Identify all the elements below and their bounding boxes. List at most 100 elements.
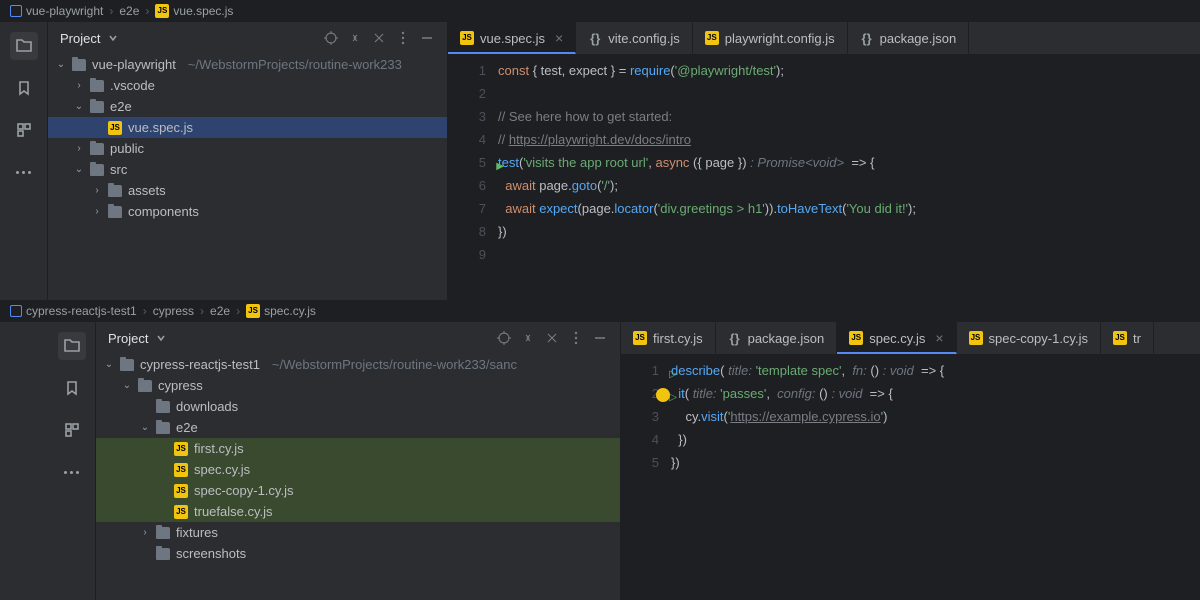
js-file-icon: JS (246, 304, 260, 318)
editor-tab[interactable]: JStr (1101, 322, 1154, 354)
js-file-icon: JS (460, 31, 474, 45)
breadcrumb: vue-playwright›e2e›JSvue.spec.js (0, 0, 1200, 22)
chevron-down-icon[interactable] (108, 33, 118, 43)
collapse-icon[interactable] (544, 330, 560, 346)
editor-tab[interactable]: JSspec.cy.js× (837, 322, 956, 354)
tree-label: .vscode (110, 78, 155, 93)
bookmarks-tool-button[interactable] (10, 74, 38, 102)
js-file-icon: JS (849, 331, 863, 345)
collapse-icon[interactable] (371, 30, 387, 46)
tree-row[interactable]: ›.vscode (48, 75, 447, 96)
options-icon[interactable] (395, 30, 411, 46)
locate-icon[interactable] (496, 330, 512, 346)
breadcrumb-item[interactable]: vue-playwright (10, 4, 103, 18)
editor-tab[interactable]: {}package.json (848, 22, 970, 54)
run-gutter-icon[interactable]: ▷ (669, 386, 677, 409)
tree-row[interactable]: ⌄e2e (48, 96, 447, 117)
editor-tab[interactable]: {}package.json (716, 322, 838, 354)
js-file-icon: JS (969, 331, 983, 345)
run-gutter-icon[interactable]: ▷ (669, 363, 677, 386)
tree-row[interactable]: ›public (48, 138, 447, 159)
bookmarks-tool-button[interactable] (58, 374, 86, 402)
tree-row[interactable]: ⌄cypress-reactjs-test1~/WebstormProjects… (96, 354, 620, 375)
options-icon[interactable] (568, 330, 584, 346)
chevron-down-icon[interactable] (156, 333, 166, 343)
breadcrumb-item[interactable]: cypress (153, 304, 194, 318)
run-gutter-icon[interactable]: ▶ (496, 155, 504, 178)
panel-title[interactable]: Project (108, 331, 148, 346)
breadcrumb-item[interactable]: JSvue.spec.js (155, 4, 233, 18)
editor-tab[interactable]: JSfirst.cy.js (621, 322, 716, 354)
top-pane: vue-playwright›e2e›JSvue.spec.js Project… (0, 0, 1200, 300)
project-icon (10, 5, 22, 17)
folder-icon (90, 143, 104, 155)
editor-tab[interactable]: JSplaywright.config.js (693, 22, 848, 54)
tree-row[interactable]: JStruefalse.cy.js (96, 501, 620, 522)
folder-icon (156, 401, 170, 413)
folder-icon (90, 164, 104, 176)
project-tree[interactable]: ⌄cypress-reactjs-test1~/WebstormProjects… (96, 354, 620, 600)
breadcrumb-item[interactable]: cypress-reactjs-test1 (10, 304, 137, 318)
tree-label: screenshots (176, 546, 246, 561)
tree-row[interactable]: JSvue.spec.js (48, 117, 447, 138)
folder-icon (156, 527, 170, 539)
structure-tool-button[interactable] (58, 416, 86, 444)
structure-tool-button[interactable] (10, 116, 38, 144)
tree-row[interactable]: ⌄src (48, 159, 447, 180)
project-tool-button[interactable] (58, 332, 86, 360)
project-panel: Project ⌄vue-playwright~/WebstormProject… (48, 22, 448, 300)
tree-row[interactable]: ›components (48, 201, 447, 222)
breadcrumb-item[interactable]: JSspec.cy.js (246, 304, 316, 318)
more-tool-button[interactable] (10, 158, 38, 186)
editor-tab[interactable]: {}vite.config.js (576, 22, 693, 54)
tree-row[interactable]: ›fixtures (96, 522, 620, 543)
project-tool-button[interactable] (10, 32, 38, 60)
gutter: 12345▶6789 (448, 55, 498, 300)
minimize-icon[interactable] (419, 30, 435, 46)
js-file-icon: JS (633, 331, 647, 345)
expand-icon[interactable] (520, 330, 536, 346)
locate-icon[interactable] (323, 30, 339, 46)
tree-row[interactable]: screenshots (96, 543, 620, 564)
project-tree[interactable]: ⌄vue-playwright~/WebstormProjects/routin… (48, 54, 447, 300)
close-icon[interactable]: × (935, 330, 943, 346)
close-icon[interactable]: × (555, 30, 563, 46)
folder-icon (90, 80, 104, 92)
tree-row[interactable]: ⌄cypress (96, 375, 620, 396)
editor-tab[interactable]: JSspec-copy-1.cy.js (957, 322, 1101, 354)
tree-label: spec.cy.js (194, 462, 250, 477)
js-file-icon: JS (155, 4, 169, 18)
tree-row[interactable]: ⌄e2e (96, 417, 620, 438)
editor-tab[interactable]: JSvue.spec.js× (448, 22, 576, 54)
tree-label: spec-copy-1.cy.js (194, 483, 293, 498)
tree-row[interactable]: JS spec-copy-1.cy.js (96, 480, 620, 501)
breadcrumb-item[interactable]: e2e (210, 304, 230, 318)
tree-label: cypress (158, 378, 203, 393)
code-content[interactable]: const { test, expect } = require('@playw… (498, 55, 1200, 300)
code-content[interactable]: describe( title: 'template spec', fn: ()… (671, 355, 1200, 600)
folder-icon (138, 380, 152, 392)
tree-label: first.cy.js (194, 441, 244, 456)
tree-row[interactable]: JSfirst.cy.js (96, 438, 620, 459)
js-file-icon: JS (1113, 331, 1127, 345)
tree-label: components (128, 204, 199, 219)
breadcrumb: cypress-reactjs-test1›cypress›e2e›JSspec… (0, 300, 1200, 322)
folder-icon (72, 59, 86, 71)
js-file-icon: JS (174, 505, 188, 519)
more-tool-button[interactable] (58, 458, 86, 486)
expand-icon[interactable] (347, 30, 363, 46)
tree-row[interactable]: downloads (96, 396, 620, 417)
panel-title[interactable]: Project (60, 31, 100, 46)
tool-sidebar (0, 322, 96, 600)
folder-icon (156, 548, 170, 560)
tree-row[interactable]: ›assets (48, 180, 447, 201)
tree-row[interactable]: ⌄vue-playwright~/WebstormProjects/routin… (48, 54, 447, 75)
breadcrumb-item[interactable]: e2e (119, 4, 139, 18)
js-file-icon: JS (174, 484, 188, 498)
js-file-icon: JS (174, 463, 188, 477)
tree-row[interactable]: JS spec.cy.js (96, 459, 620, 480)
project-icon (10, 305, 22, 317)
tree-label: src (110, 162, 127, 177)
editor: JSvue.spec.js×{}vite.config.jsJSplaywrig… (448, 22, 1200, 300)
minimize-icon[interactable] (592, 330, 608, 346)
